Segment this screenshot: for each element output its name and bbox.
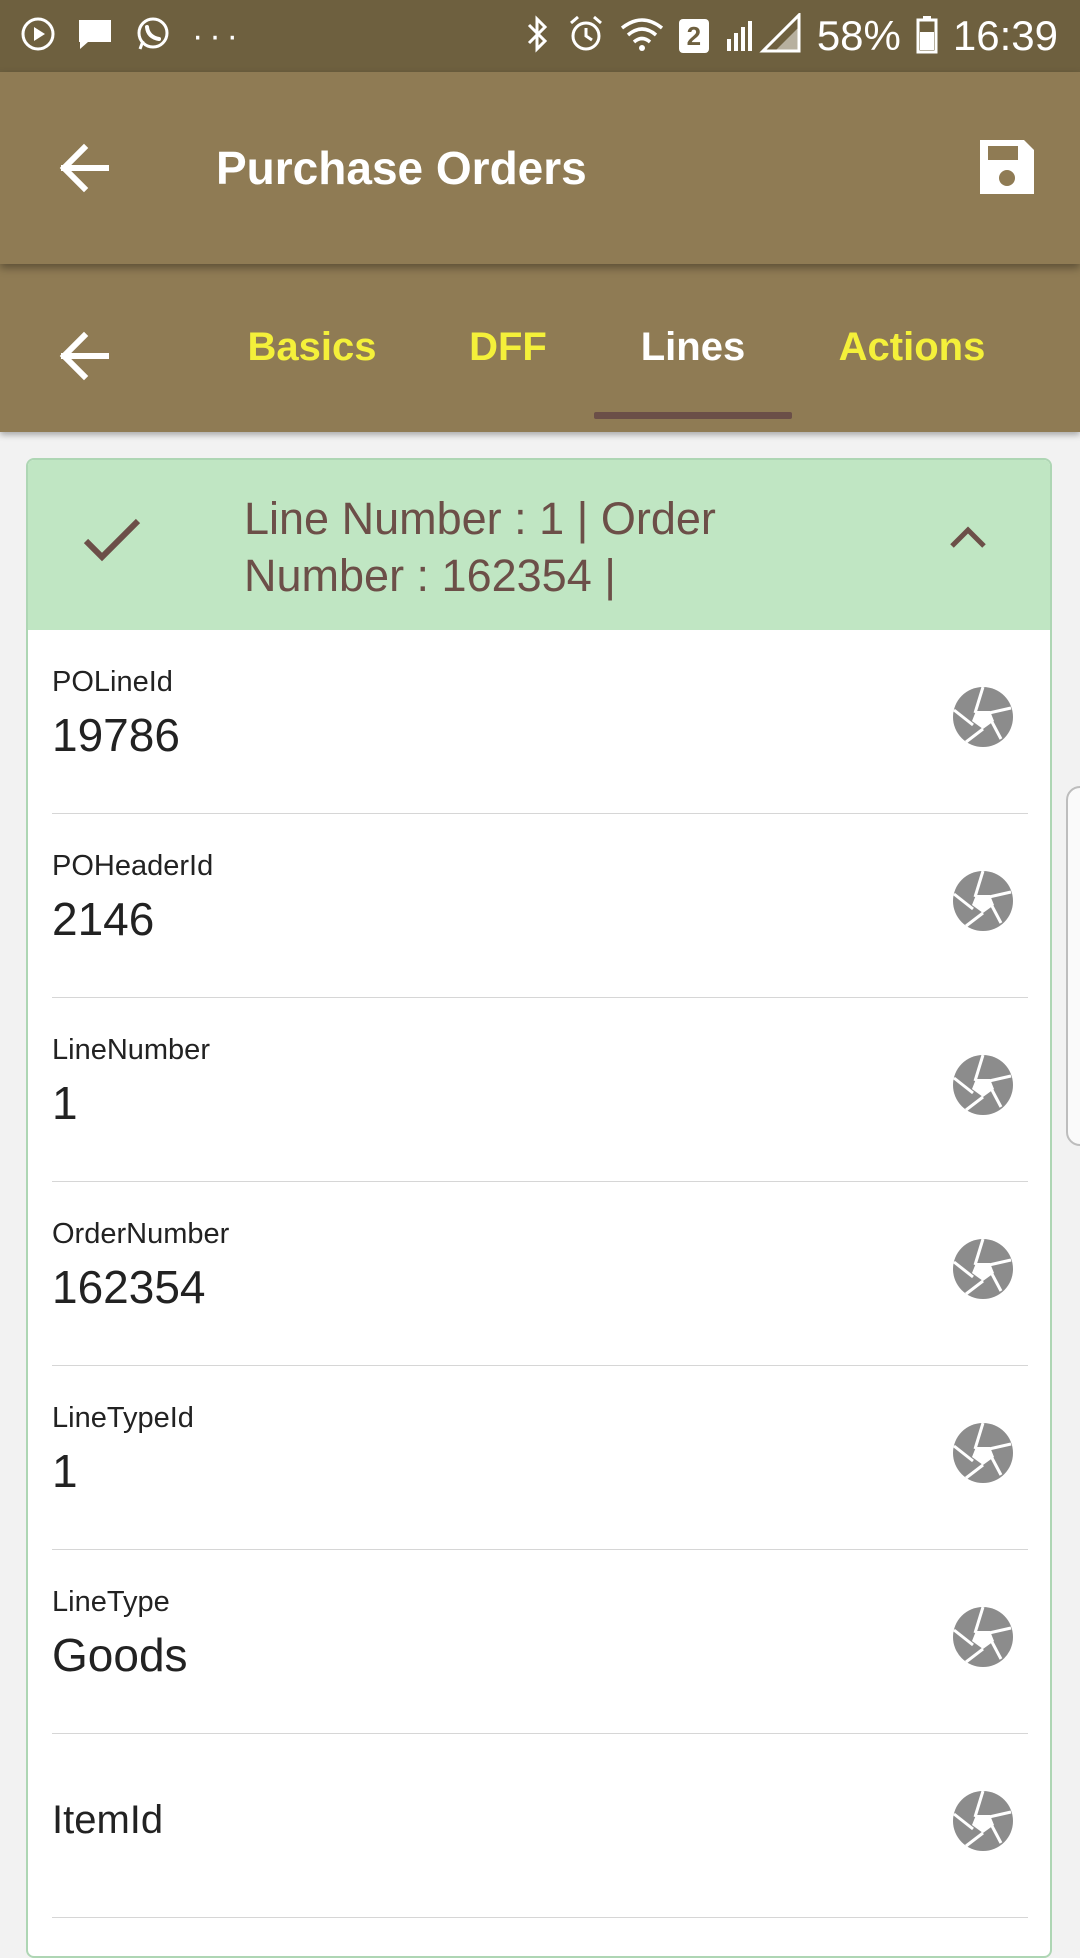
card-header-line-1: Line Number : 1 | Order <box>244 493 716 544</box>
field-itemid[interactable]: ItemId <box>52 1734 1028 1918</box>
camera-shutter-icon[interactable] <box>952 686 1014 752</box>
side-panel-handle[interactable] <box>1066 786 1080 1146</box>
field-label: ItemId <box>52 1798 164 1842</box>
line-card: Line Number : 1 | Order Number : 162354 … <box>26 458 1052 1958</box>
tab-back-arrow-icon[interactable] <box>54 324 114 392</box>
page-title: Purchase Orders <box>216 142 587 194</box>
field-linenumber: LineNumber 1 <box>52 998 1028 1182</box>
tab-lines[interactable]: Lines <box>594 314 792 380</box>
tab-actions[interactable]: Actions <box>818 314 1006 380</box>
whatsapp-icon <box>134 15 172 57</box>
clock: 16:39 <box>952 12 1058 59</box>
tab-dff[interactable]: DFF <box>446 314 570 380</box>
tab-bar: Basics DFF Lines Actions <box>0 264 1080 432</box>
alarm-icon <box>567 14 605 58</box>
media-play-icon <box>20 16 56 56</box>
field-value[interactable]: 1 <box>52 1076 78 1130</box>
field-label: LineTypeId <box>52 1402 194 1434</box>
card-header-line-2: Number : 162354 | <box>244 550 616 601</box>
field-polineid: POLineId 19786 <box>52 630 1028 814</box>
field-label: POLineId <box>52 666 173 698</box>
field-label: LineNumber <box>52 1034 210 1066</box>
message-icon <box>76 16 114 56</box>
signal-icon <box>723 11 803 59</box>
camera-shutter-icon[interactable] <box>952 1606 1014 1672</box>
field-value[interactable]: 19786 <box>52 708 180 762</box>
sim-badge: 2 <box>678 19 709 53</box>
camera-shutter-icon[interactable] <box>952 1790 1014 1856</box>
camera-shutter-icon[interactable] <box>952 1238 1014 1304</box>
bluetooth-icon <box>523 14 553 58</box>
field-value[interactable]: 1 <box>52 1444 78 1498</box>
field-ordernumber: OrderNumber 162354 <box>52 1182 1028 1366</box>
save-icon[interactable] <box>978 138 1036 200</box>
field-value[interactable]: Goods <box>52 1628 188 1682</box>
wifi-icon <box>619 14 665 58</box>
field-label: POHeaderId <box>52 850 214 882</box>
back-arrow-icon[interactable] <box>54 136 114 204</box>
status-bar: ··· 2 58% 16:39 <box>0 0 1080 72</box>
chevron-up-icon[interactable] <box>948 522 988 556</box>
app-bar: Purchase Orders <box>0 72 1080 264</box>
camera-shutter-icon[interactable] <box>952 870 1014 936</box>
field-value[interactable]: 2146 <box>52 892 154 946</box>
field-poheaderid: POHeaderId 2146 <box>52 814 1028 998</box>
field-value[interactable]: 162354 <box>52 1260 206 1314</box>
camera-shutter-icon[interactable] <box>952 1054 1014 1120</box>
field-linetypeid: LineTypeId 1 <box>52 1366 1028 1550</box>
field-label: LineType <box>52 1586 170 1618</box>
camera-shutter-icon[interactable] <box>952 1422 1014 1488</box>
active-tab-indicator <box>594 412 792 419</box>
field-linetype: LineType Goods <box>52 1550 1028 1734</box>
tab-basics[interactable]: Basics <box>232 314 392 380</box>
card-header[interactable]: Line Number : 1 | Order Number : 162354 … <box>28 460 1050 630</box>
check-icon <box>82 515 142 569</box>
field-label: OrderNumber <box>52 1218 230 1250</box>
battery-percent: 58% <box>816 12 901 59</box>
more-notifications-icon: ··· <box>192 16 244 55</box>
card-header-text: Line Number : 1 | Order Number : 162354 … <box>244 490 804 604</box>
battery-icon <box>915 14 939 58</box>
